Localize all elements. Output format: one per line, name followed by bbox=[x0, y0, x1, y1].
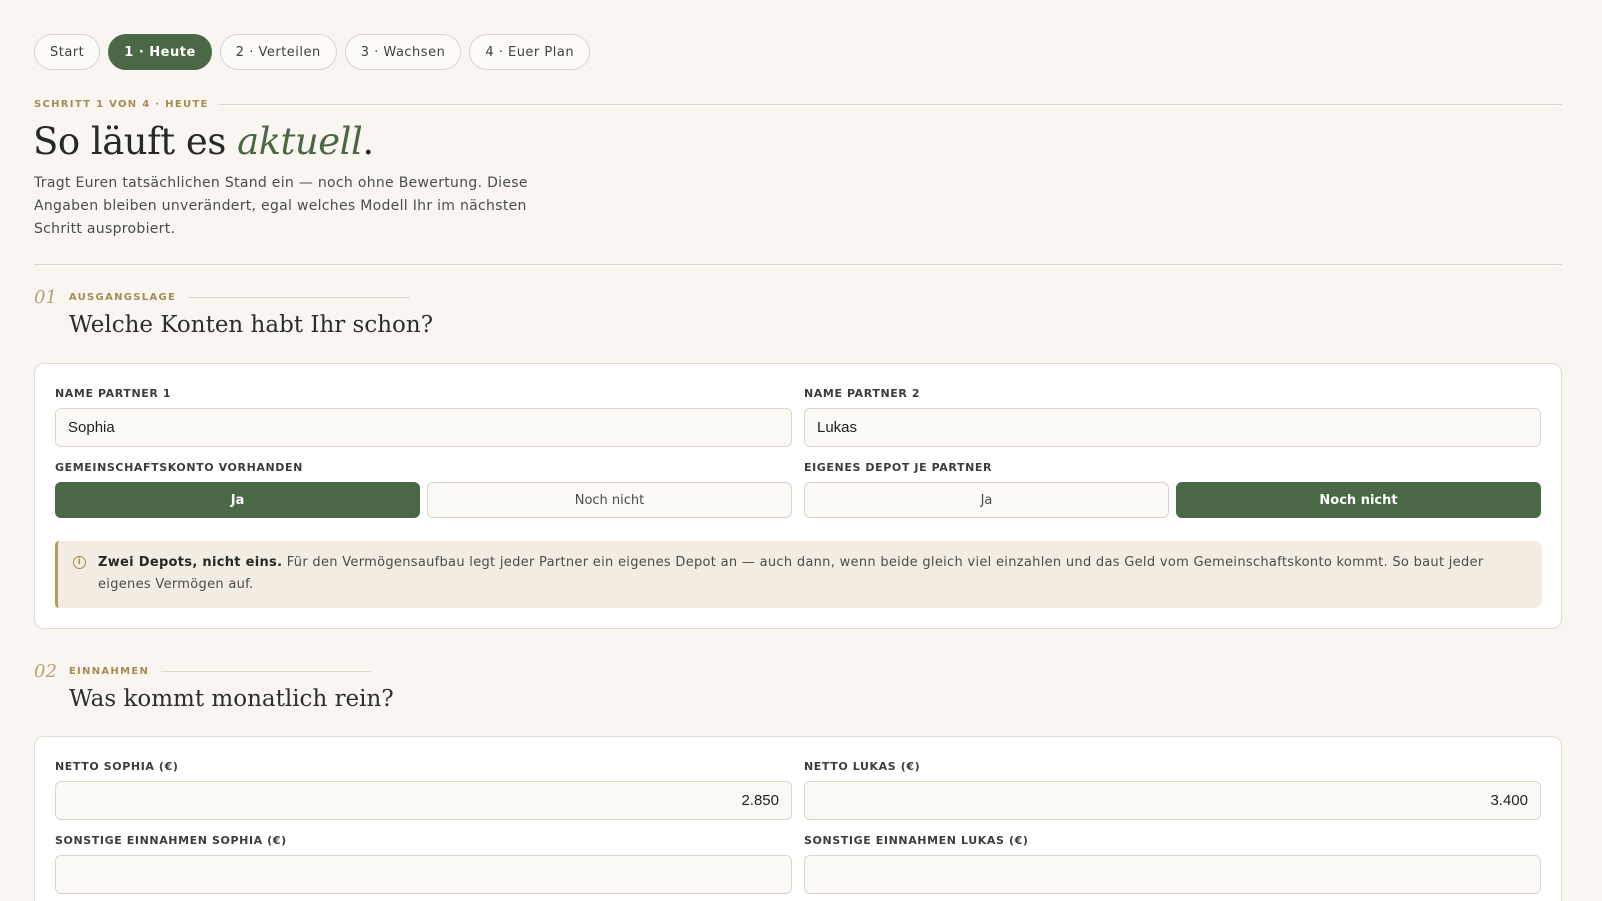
net-sophia-label: NETTO SOPHIA (€) bbox=[55, 760, 179, 773]
page-divider bbox=[34, 264, 1562, 265]
title-main: So läuft es bbox=[33, 120, 238, 163]
tab-wachsen[interactable]: 3 · Wachsen bbox=[344, 34, 462, 70]
own-depot-yes-button[interactable]: Ja bbox=[804, 482, 1169, 518]
name-partner-1-label: NAME PARTNER 1 bbox=[55, 387, 172, 400]
income-card: NETTO SOPHIA (€) NETTO LUKAS (€) SONSTIG… bbox=[34, 736, 1562, 901]
name-partner-2-label: NAME PARTNER 2 bbox=[804, 387, 921, 400]
joint-account-not-yet-button[interactable]: Noch nicht bbox=[427, 482, 792, 518]
net-sophia-input[interactable] bbox=[55, 781, 792, 820]
section-kicker: EINNAHMEN bbox=[68, 666, 150, 677]
section-number: 01 bbox=[34, 287, 57, 308]
section-kicker: AUSGANGSLAGE bbox=[68, 292, 177, 303]
other-income-sophia-label: SONSTIGE EINNAHMEN SOPHIA (€) bbox=[55, 834, 287, 847]
info-callout: i Zwei Depots, nicht eins. Für den Vermö… bbox=[55, 541, 1542, 608]
net-lukas-label: NETTO LUKAS (€) bbox=[804, 760, 921, 773]
info-circle-icon: i bbox=[73, 556, 86, 569]
step-divider bbox=[218, 104, 1562, 105]
section-header-einnahmen: 02 EINNAHMEN Was kommt monatlich rein? bbox=[34, 661, 394, 712]
net-lukas-input[interactable] bbox=[804, 781, 1541, 820]
name-partner-2-input[interactable] bbox=[804, 408, 1541, 447]
section-title: Welche Konten habt Ihr schon? bbox=[69, 312, 434, 338]
section-rule bbox=[188, 297, 411, 298]
section-rule bbox=[161, 671, 372, 672]
section-header-ausgangslage: 01 AUSGANGSLAGE Welche Konten habt Ihr s… bbox=[34, 287, 433, 338]
joint-account-yes-button[interactable]: Ja bbox=[55, 482, 420, 518]
tab-euer-plan[interactable]: 4 · Euer Plan bbox=[469, 34, 591, 70]
own-depot-label: EIGENES DEPOT JE PARTNER bbox=[804, 461, 993, 474]
other-income-lukas-input[interactable] bbox=[804, 855, 1541, 894]
joint-account-label: GEMEINSCHAFTSKONTO VORHANDEN bbox=[55, 461, 303, 474]
page-description: Tragt Euren tatsächlichen Stand ein — no… bbox=[34, 175, 528, 237]
page-title: So läuft es aktuell. bbox=[33, 120, 374, 163]
title-accent: aktuell bbox=[237, 120, 363, 163]
own-depot-not-yet-button[interactable]: Noch nicht bbox=[1176, 482, 1541, 518]
section-title: Was kommt monatlich rein? bbox=[69, 686, 394, 712]
other-income-lukas-label: SONSTIGE EINNAHMEN LUKAS (€) bbox=[804, 834, 1029, 847]
step-indicator: SCHRITT 1 VON 4 · HEUTE bbox=[34, 99, 1562, 110]
step-label: SCHRITT 1 VON 4 · HEUTE bbox=[34, 99, 209, 110]
info-bold-text: Zwei Depots, nicht eins. bbox=[98, 555, 283, 570]
other-income-sophia-input[interactable] bbox=[55, 855, 792, 894]
tab-start[interactable]: Start bbox=[34, 34, 101, 70]
name-partner-1-input[interactable] bbox=[55, 408, 792, 447]
tab-heute[interactable]: 1 · Heute bbox=[108, 34, 212, 70]
tab-verteilen[interactable]: 2 · Verteilen bbox=[219, 34, 337, 70]
accounts-card: NAME PARTNER 1 NAME PARTNER 2 GEMEINSCHA… bbox=[34, 363, 1562, 629]
page: Start 1 · Heute 2 · Verteilen 3 · Wachse… bbox=[0, 0, 1602, 901]
info-body-text: Für den Vermögensaufbau legt jeder Partn… bbox=[98, 555, 1484, 592]
section-number: 02 bbox=[34, 661, 57, 682]
title-end: . bbox=[362, 120, 374, 163]
step-tabs: Start 1 · Heute 2 · Verteilen 3 · Wachse… bbox=[34, 34, 591, 70]
